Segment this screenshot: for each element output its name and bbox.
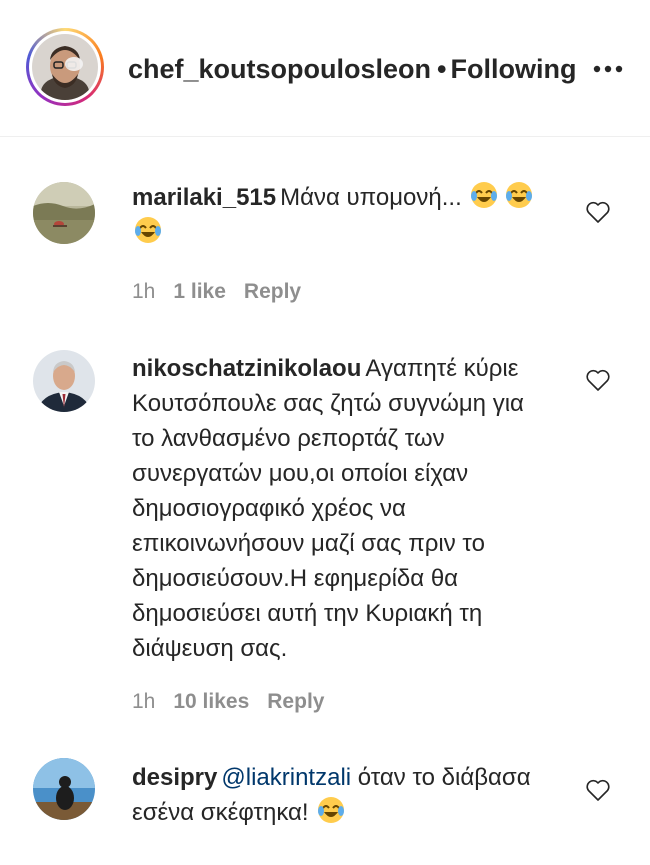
header-separator: • [437,54,447,84]
comment-time: 1h [132,690,156,713]
comment-meta: 1h 1 like Reply [132,280,319,304]
heart-outline-icon[interactable] [585,200,611,224]
following-button[interactable]: Following [450,54,576,84]
face-with-tears-of-joy-emoji [471,182,498,208]
comment-time: 1h [132,280,156,303]
comment-username[interactable]: desipry [132,764,217,791]
comment-username[interactable]: nikoschatzinikolaou [132,355,361,382]
post-header-title: chef_koutsopoulosleon • Following [128,54,576,84]
comment-mention[interactable]: @liakrintzali [221,764,351,791]
comment-username[interactable]: marilaki_515 [132,184,276,211]
author-username[interactable]: chef_koutsopoulosleon [128,54,431,84]
comment-likes[interactable]: 1 like [173,280,226,303]
face-with-tears-of-joy-emoji [506,182,533,208]
author-avatar-story-ring[interactable] [26,28,104,106]
author-avatar [32,34,98,100]
reply-button[interactable]: Reply [267,690,324,713]
comment-text: Αγαπητέ κύριε Κουτσόπουλε σας ζητώ συγνώ… [132,355,524,662]
heart-outline-icon[interactable] [585,778,611,802]
heart-outline-icon[interactable] [585,368,611,392]
reply-button[interactable]: Reply [244,280,301,303]
more-options-button[interactable] [588,56,628,82]
commenter-avatar[interactable] [33,350,95,412]
commenter-avatar[interactable] [33,758,95,820]
comment-body: desipry @liakrintzali όταν το διάβασα εσέ… [132,760,542,830]
comment-text: Μάνα υπομονή... [280,184,462,211]
face-with-tears-of-joy-emoji [135,217,161,243]
comment-body: marilaki_515 Μάνα υπομονή... [132,180,542,250]
post-header: chef_koutsopoulosleon • Following [0,0,650,137]
more-options-icon [593,65,623,73]
face-with-tears-of-joy-emoji [318,797,345,823]
comment-body: nikoschatzinikolaou Αγαπητέ κύριε Κουτσόπ… [132,351,532,666]
comment-likes[interactable]: 10 likes [173,690,249,713]
comment-meta: 1h 10 likes Reply [132,690,342,714]
commenter-avatar[interactable] [33,182,95,244]
